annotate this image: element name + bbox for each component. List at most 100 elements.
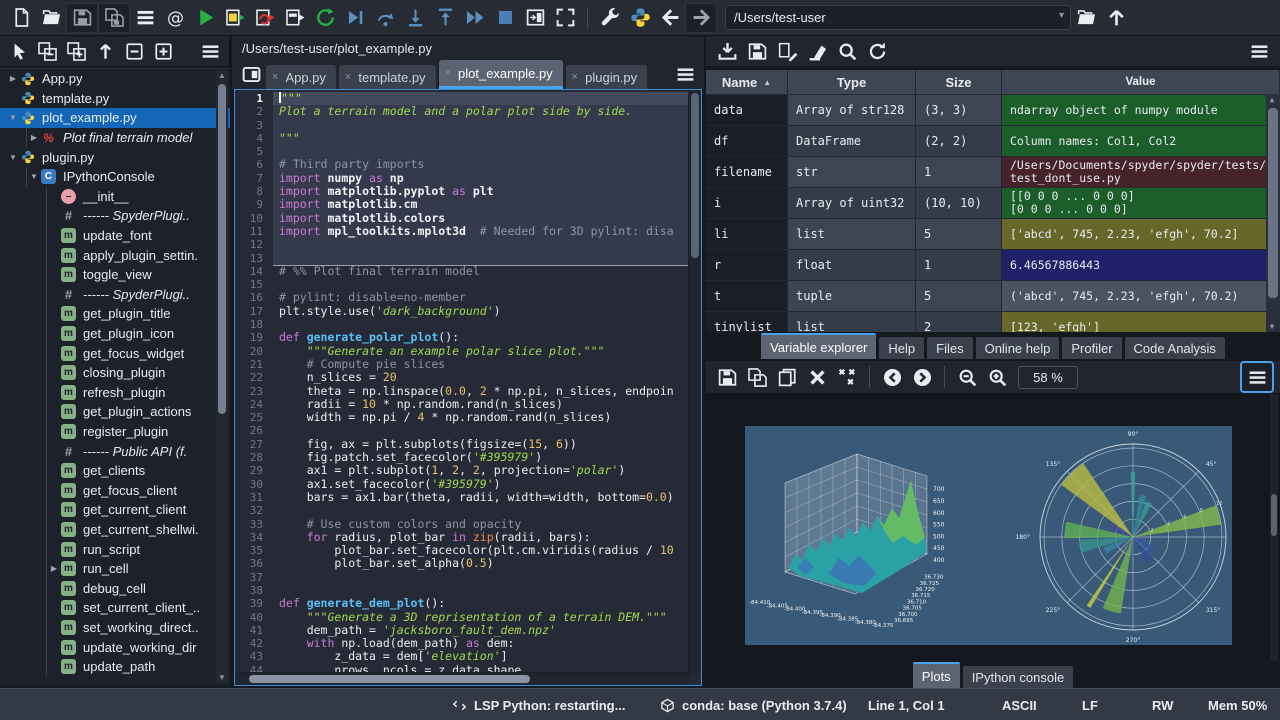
variable-name[interactable]: data bbox=[706, 95, 788, 125]
outline-item-refresh-plugin[interactable]: m refresh_plugin bbox=[0, 382, 230, 403]
chevron-down-icon[interactable]: ▼ bbox=[1057, 10, 1066, 20]
variable-type[interactable]: DataFrame bbox=[788, 126, 916, 156]
code-line[interactable]: fig, ax = plt.subplots(figsize=(15, 6)) bbox=[273, 437, 689, 451]
expand-all-button[interactable] bbox=[149, 37, 178, 65]
code-line[interactable]: import matplotlib.cm bbox=[273, 198, 689, 212]
column-header-value[interactable]: Value bbox=[1002, 70, 1280, 94]
save-button[interactable] bbox=[66, 2, 98, 33]
remove-plot-button[interactable] bbox=[802, 363, 832, 391]
variable-name[interactable]: r bbox=[706, 250, 788, 280]
table-scrollbar[interactable]: ▲ ▼ bbox=[1266, 94, 1280, 332]
close-tab-icon[interactable]: × bbox=[345, 71, 351, 83]
variable-row-li[interactable]: li list 5 ['abcd', 745, 2.23, 'efgh', 70.2] bbox=[706, 219, 1280, 250]
variable-value[interactable]: [123, 'efgh'] bbox=[1002, 312, 1280, 332]
variable-value[interactable]: 6.46567886443 bbox=[1002, 250, 1280, 280]
outline-item-get-plugin-actions[interactable]: m get_plugin_actions bbox=[0, 402, 230, 422]
variable-name[interactable]: t bbox=[706, 281, 788, 311]
outline-item-get-current-shellwi-[interactable]: m get_current_shellwi. bbox=[0, 519, 230, 540]
matplotlib-figure[interactable]: 400 450 500 550 600 650 700 -84.410 -84.405 -84.4… bbox=[745, 426, 1243, 645]
code-line[interactable]: import mpl_toolkits.mplot3d # Needed for… bbox=[273, 224, 689, 239]
code-line[interactable]: theta = np.linspace(0.0, 2 * np.pi, n_sl… bbox=[273, 384, 689, 398]
debug-continue-button[interactable] bbox=[460, 4, 490, 32]
maximize-pane-button[interactable] bbox=[520, 4, 550, 32]
outline-item-update-working-dir[interactable]: m update_working_dir bbox=[0, 637, 230, 657]
outline-item-update-path[interactable]: m update_path bbox=[0, 656, 230, 677]
outline-item-apply-plugin-settin-[interactable]: m apply_plugin_settin. bbox=[0, 245, 230, 265]
outline-item-set-current-client-[interactable]: m set_current_client_.. bbox=[0, 598, 230, 618]
code-line[interactable]: Plot a terrain model and a polar plot si… bbox=[273, 105, 689, 119]
variable-size[interactable]: (10, 10) bbox=[916, 188, 1002, 218]
code-line[interactable]: # Compute pie slices bbox=[273, 357, 689, 371]
code-line[interactable]: """Generate a 3D reprisentation of a ter… bbox=[273, 610, 689, 624]
close-tab-icon[interactable]: × bbox=[572, 71, 578, 83]
outline-item-run-cell[interactable]: ▶ m run_cell bbox=[0, 558, 230, 579]
editor-hscrollbar[interactable] bbox=[235, 672, 689, 685]
preferences-button[interactable] bbox=[595, 4, 625, 32]
variable-row-filename[interactable]: filename str 1/Users/Documents/spyder/spyd… bbox=[706, 157, 1280, 188]
pane-tab-plots[interactable]: Plots bbox=[912, 662, 960, 688]
variable-size[interactable]: 1 bbox=[916, 157, 1002, 187]
browse-tabs-button[interactable] bbox=[236, 61, 266, 89]
variable-size[interactable]: (3, 3) bbox=[916, 95, 1002, 125]
variable-type[interactable]: tuple bbox=[788, 281, 916, 311]
outline-item-plot-example-py[interactable]: ▼ plot_example.py bbox=[0, 108, 230, 128]
rerun-cell-button[interactable] bbox=[250, 4, 280, 32]
variable-type[interactable]: Array of uint32 bbox=[788, 188, 916, 218]
pane-tab-profiler[interactable]: Profiler bbox=[1062, 337, 1122, 359]
variable-name[interactable]: filename bbox=[706, 157, 788, 187]
code-line[interactable]: import matplotlib.colors bbox=[273, 211, 689, 225]
tree-expand-icon[interactable]: ▶ bbox=[6, 74, 20, 83]
code-line[interactable] bbox=[273, 251, 689, 265]
run-selection-button[interactable] bbox=[280, 4, 310, 32]
plots-scrollbar[interactable] bbox=[1270, 394, 1278, 661]
code-line[interactable]: z_data = dem['elevation'] bbox=[273, 650, 689, 663]
pane-tab-code-analysis[interactable]: Code Analysis bbox=[1124, 337, 1225, 359]
variable-row-df[interactable]: df DataFrame (2, 2) Column names: Col1, Col… bbox=[706, 126, 1280, 157]
scroll-down-icon[interactable]: ▼ bbox=[216, 673, 228, 682]
outline-scrollbar[interactable]: ▲ ▼ bbox=[216, 70, 228, 683]
code-line[interactable]: with np.load(dem_path) as dem: bbox=[273, 637, 689, 650]
tree-collapse-icon[interactable]: ▼ bbox=[27, 172, 41, 181]
variable-row-t[interactable]: t tuple 5 ('abcd', 745, 2.23, 'efgh', 70.2) bbox=[706, 281, 1280, 312]
save-data-button[interactable] bbox=[742, 37, 772, 65]
outline-item-app-py[interactable]: ▶ App.py bbox=[0, 69, 230, 89]
code-editor[interactable]: 1 2 3 4 5 6 7 8 9 10 11 12 13 14 15 16 17 18 19 20 21 22 23 24 2… bbox=[234, 89, 702, 686]
variable-value[interactable]: Column names: Col1, Col2 bbox=[1002, 126, 1280, 156]
code-line[interactable]: import numpy as np bbox=[273, 171, 689, 186]
zoom-in-button[interactable] bbox=[982, 363, 1012, 391]
tree-expand-icon[interactable]: ▶ bbox=[27, 133, 41, 142]
outline-item-update-font[interactable]: m update_font bbox=[0, 225, 230, 246]
code-line[interactable]: plt.style.use('dark_background') bbox=[273, 304, 689, 318]
tree-collapse-icon[interactable]: ▼ bbox=[6, 113, 20, 122]
pane-tab-online-help[interactable]: Online help bbox=[975, 337, 1060, 359]
save-all-button[interactable] bbox=[98, 2, 130, 33]
remove-all-plots-button[interactable] bbox=[832, 363, 862, 391]
variable-type[interactable]: str bbox=[788, 157, 916, 187]
step-over-button[interactable] bbox=[370, 4, 400, 32]
menu-button[interactable] bbox=[1244, 37, 1274, 65]
code-line[interactable] bbox=[273, 318, 689, 331]
variable-type[interactable]: float bbox=[788, 250, 916, 280]
save-plot-button[interactable] bbox=[712, 363, 742, 391]
code-line[interactable]: bars = ax1.bar(theta, radii, width=width… bbox=[273, 490, 689, 504]
variable-name[interactable]: li bbox=[706, 219, 788, 249]
outline-item-get-plugin-icon[interactable]: m get_plugin_icon bbox=[0, 323, 230, 344]
outline-item--init-[interactable]: – __init__ bbox=[0, 186, 230, 207]
outline-item-set-working-direct-[interactable]: m set_working_direct.. bbox=[0, 617, 230, 638]
code-line[interactable]: plot_bar.set_alpha(0.5) bbox=[273, 557, 689, 570]
outline-item-get-focus-client[interactable]: m get_focus_client bbox=[0, 480, 230, 501]
variable-type[interactable]: Array of str128 bbox=[788, 95, 916, 125]
variable-name[interactable]: df bbox=[706, 126, 788, 156]
outline-item-ipythonconsole[interactable]: ▼ C IPythonConsole bbox=[0, 166, 230, 187]
editor-vscrollbar[interactable] bbox=[688, 90, 701, 673]
pane-tab-files[interactable]: Files bbox=[927, 337, 973, 359]
variable-row-i[interactable]: i Array of uint32 (10, 10) [[0 0 0 ... 0 0 … bbox=[706, 188, 1280, 219]
run-button[interactable] bbox=[190, 4, 220, 32]
editor-tab-template-py[interactable]: × template.py bbox=[338, 65, 436, 89]
code-line[interactable] bbox=[273, 238, 689, 252]
zoom-level-field[interactable]: 58 % bbox=[1018, 365, 1078, 389]
close-tab-icon[interactable]: × bbox=[272, 71, 278, 83]
code-line[interactable]: """ bbox=[273, 131, 689, 146]
code-line[interactable]: n_slices = 20 bbox=[273, 371, 689, 384]
import-data-button[interactable] bbox=[712, 37, 742, 65]
